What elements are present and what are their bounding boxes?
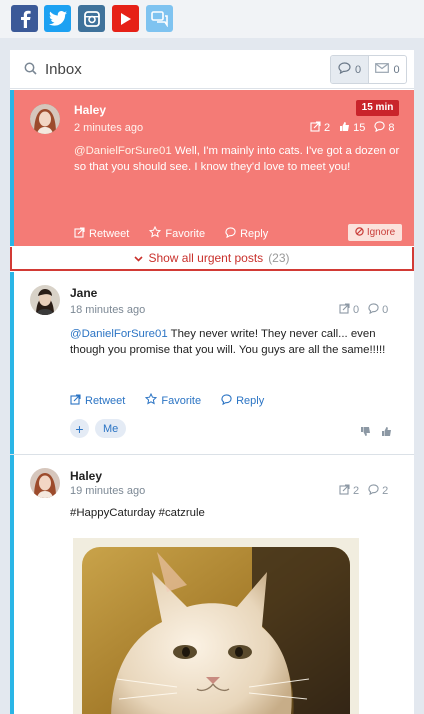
reply-label: Reply — [236, 394, 265, 407]
post-stats: 0 0 — [339, 303, 388, 317]
reply-bubble-icon — [368, 484, 379, 498]
inbox-panel: Inbox 0 0 Haley 2 minutes ago 15 min 2 1… — [10, 50, 414, 714]
post-message: @DanielForSure01 They never write! They … — [70, 326, 394, 358]
facebook-icon[interactable] — [11, 5, 38, 32]
mention-link[interactable]: @DanielForSure01 — [70, 328, 168, 340]
retweet-icon — [74, 226, 85, 241]
thumbs-up-icon[interactable] — [381, 424, 392, 442]
favorite-label: Favorite — [161, 394, 202, 407]
retweet-button[interactable]: Retweet — [70, 393, 126, 408]
chat-icon[interactable] — [146, 5, 173, 32]
retweet-label: Retweet — [89, 227, 130, 240]
show-urgent-label: Show all urgent posts — [148, 251, 264, 265]
reply-label: Reply — [240, 227, 269, 240]
post-time: 18 minutes ago — [70, 304, 146, 316]
replies-stat[interactable]: 2 — [368, 484, 388, 498]
shares-stat[interactable]: 0 — [339, 303, 359, 317]
author-name[interactable]: Haley — [74, 103, 106, 117]
star-icon — [149, 225, 162, 241]
retweet-label: Retweet — [85, 394, 126, 407]
author-name[interactable]: Haley — [70, 469, 102, 483]
page-title: Inbox — [45, 61, 82, 78]
youtube-icon[interactable] — [112, 5, 139, 32]
replies-count: 8 — [388, 122, 395, 134]
social-toolbar — [0, 0, 424, 38]
favorite-label: Favorite — [165, 227, 206, 240]
comments-count: 0 — [354, 63, 362, 76]
post-item[interactable]: Haley 19 minutes ago 2 2 #HappyCaturday … — [10, 455, 414, 714]
replies-stat[interactable]: 8 — [374, 121, 395, 135]
share-icon — [310, 121, 321, 135]
replies-count: 0 — [382, 304, 389, 316]
inbox-counters: 0 0 — [330, 55, 407, 84]
twitter-icon[interactable] — [44, 5, 71, 32]
ignore-button[interactable]: Ignore — [348, 224, 402, 241]
mail-counter[interactable]: 0 — [369, 56, 406, 83]
vote-buttons — [360, 424, 392, 442]
thumbs-down-icon[interactable] — [360, 424, 371, 442]
avatar[interactable] — [30, 104, 60, 134]
time-badge: 15 min — [356, 100, 399, 116]
reply-bubble-icon — [374, 121, 386, 135]
mail-count: 0 — [393, 63, 400, 76]
post-actions: Retweet Favorite Reply — [70, 392, 265, 408]
post-photo-frame — [73, 538, 359, 714]
mail-icon — [375, 63, 390, 76]
show-urgent-posts-link[interactable]: Show all urgent posts (23) — [10, 247, 414, 271]
thumbs-up-icon — [339, 121, 350, 135]
shares-count: 0 — [353, 304, 360, 316]
post-actions: Retweet Favorite Reply — [74, 225, 269, 241]
reply-icon — [221, 393, 232, 408]
comments-counter[interactable]: 0 — [331, 56, 369, 83]
post-message: #HappyCaturday #catzrule — [70, 507, 205, 519]
star-icon — [145, 392, 158, 408]
shares-count: 2 — [324, 122, 331, 134]
reply-bubble-icon — [368, 303, 379, 317]
chevron-down-icon — [134, 251, 144, 265]
post-message: @DanielForSure01 Well, I'm mainly into c… — [74, 143, 404, 175]
likes-stat[interactable]: 15 — [339, 121, 365, 135]
inbox-header: Inbox 0 0 — [10, 50, 414, 89]
urgent-post[interactable]: Haley 2 minutes ago 15 min 2 15 8 @Danie… — [10, 90, 414, 271]
replies-stat[interactable]: 0 — [368, 303, 388, 317]
block-icon — [355, 226, 364, 239]
reply-icon — [225, 226, 236, 241]
urgent-count: (23) — [268, 251, 290, 265]
share-icon — [339, 484, 350, 498]
post-stats: 2 2 — [339, 484, 388, 498]
author-name[interactable]: Jane — [70, 286, 97, 300]
cat-photo[interactable] — [82, 547, 350, 714]
comment-icon — [338, 62, 351, 77]
reply-button[interactable]: Reply — [221, 393, 265, 408]
shares-stat[interactable]: 2 — [310, 121, 330, 135]
mention-link[interactable]: @DanielForSure01 — [74, 145, 172, 157]
favorite-button[interactable]: Favorite — [149, 225, 206, 241]
share-icon — [339, 303, 350, 317]
avatar[interactable] — [30, 468, 60, 498]
avatar[interactable] — [30, 285, 60, 315]
replies-count: 2 — [382, 485, 389, 497]
post-stats: 2 15 8 — [310, 121, 395, 135]
tag-row: + Me — [70, 419, 127, 438]
instagram-icon[interactable] — [78, 5, 105, 32]
favorite-button[interactable]: Favorite — [145, 392, 202, 408]
likes-count: 15 — [353, 122, 366, 134]
retweet-icon — [70, 393, 81, 408]
search-icon[interactable] — [24, 62, 37, 80]
add-tag-button[interactable]: + — [70, 419, 89, 438]
tag-me[interactable]: Me — [95, 419, 127, 438]
post-time: 19 minutes ago — [70, 485, 146, 497]
shares-count: 2 — [353, 485, 360, 497]
reply-button[interactable]: Reply — [225, 226, 269, 241]
post-item[interactable]: Jane 18 minutes ago 0 0 @DanielForSure01… — [10, 272, 414, 454]
ignore-label: Ignore — [366, 227, 396, 238]
post-time: 2 minutes ago — [74, 122, 144, 134]
shares-stat[interactable]: 2 — [339, 484, 359, 498]
retweet-button[interactable]: Retweet — [74, 226, 130, 241]
